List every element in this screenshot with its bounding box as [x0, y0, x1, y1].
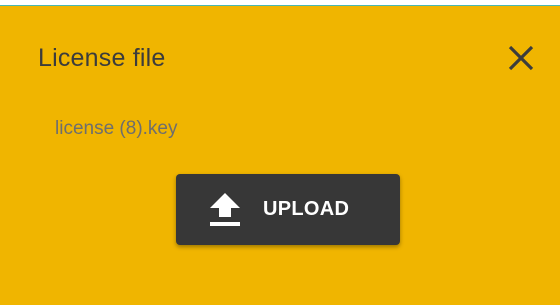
upload-button-label: UPLOAD — [263, 198, 350, 220]
license-file-dialog: License file license (8).key UPLOAD — [0, 6, 560, 305]
upload-button[interactable]: UPLOAD — [176, 174, 400, 245]
close-icon — [508, 45, 534, 71]
upload-icon — [210, 193, 240, 226]
selected-file-name: license (8).key — [55, 118, 178, 139]
close-button[interactable] — [505, 42, 537, 74]
dialog-title: License file — [38, 44, 166, 72]
